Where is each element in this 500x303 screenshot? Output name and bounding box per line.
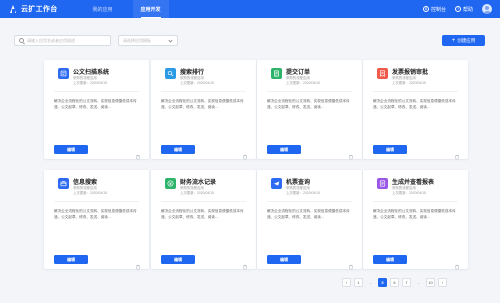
invoice-icon [377, 68, 388, 79]
edit-button[interactable]: 编辑 [267, 255, 301, 264]
top-right-actions: $ 控制台 ? 帮助 [414, 0, 492, 18]
card-divider [267, 91, 352, 92]
trash-icon[interactable] [242, 147, 248, 160]
card-divider [54, 201, 139, 202]
help-link[interactable]: ? 帮助 [454, 6, 473, 13]
help-label: 帮助 [462, 6, 473, 13]
report-icon [377, 178, 388, 189]
main-nav: 我的应用 应用开发 [85, 0, 169, 18]
card-divider [161, 201, 246, 202]
chevron-down-icon [168, 38, 173, 43]
app-description: 解决企业流程化的公文流转、实现信息便捷低成本传递、公文起草、修改、发送、阅读..… [54, 99, 137, 109]
app-description: 解决企业流程化的公文流转、实现信息便捷低成本传递、公文起草、修改、发送、阅读..… [267, 99, 350, 109]
trash-icon[interactable] [348, 147, 354, 160]
search-box[interactable] [14, 35, 111, 46]
prev-page-button[interactable]: ‹ [342, 278, 351, 287]
plane-icon [271, 178, 282, 189]
trash-icon[interactable] [135, 147, 141, 160]
app-description: 解决企业流程化的公文流转、实现信息便捷低成本传递、公文起草、修改、发送、阅读..… [54, 209, 137, 219]
search-icon [165, 68, 176, 79]
trash-icon[interactable] [135, 257, 141, 270]
card-divider [161, 91, 246, 92]
console-label: 控制台 [430, 6, 446, 13]
page-button-7[interactable]: 7 [402, 278, 411, 287]
console-link[interactable]: $ 控制台 [422, 6, 446, 13]
trash-icon[interactable] [454, 147, 460, 160]
app-last-updated: 上次更新：2020/04/15 [392, 81, 426, 85]
card-divider [373, 91, 458, 92]
edit-button[interactable]: 编辑 [161, 255, 195, 264]
search-icon [19, 38, 24, 43]
app-description: 解决企业流程化的公文流转、实现信息便捷低成本传递、公文起草、修改、发送、阅读..… [373, 99, 456, 109]
app-description: 解决企业流程化的公文流转、实现信息便捷低成本传递、公文起草、修改、发送、阅读..… [267, 209, 350, 219]
app-last-updated: 上次更新：2020/04/15 [180, 81, 214, 85]
trash-icon[interactable] [454, 257, 460, 270]
app-last-updated: 上次更新：2020/04/15 [392, 191, 426, 195]
app-last-updated: 上次更新：2020/04/15 [286, 81, 320, 85]
edit-button[interactable]: 编辑 [161, 145, 195, 154]
page-button-1[interactable]: 1 [354, 278, 363, 287]
edit-button[interactable]: 编辑 [373, 255, 407, 264]
app-title: 云扩工作台 [21, 6, 58, 13]
logo-icon [9, 4, 18, 14]
edit-button[interactable]: 编辑 [267, 145, 301, 154]
app-card[interactable]: 提交订单 采购的流程应用 上次更新：2020/04/15 解决企业流程化的公文流转、实… [257, 60, 362, 160]
page-button-10[interactable]: 10 [426, 278, 435, 287]
pagination-ellipsis: ... [368, 280, 373, 285]
page-button-6[interactable]: 6 [390, 278, 399, 287]
nav-my-apps[interactable]: 我的应用 [85, 0, 121, 18]
app-description: 解决企业流程化的公文流转、实现信息便捷低成本传递、公文起草、修改、发送、阅读..… [161, 99, 244, 109]
template-select[interactable]: 请选择应用模板 [118, 35, 178, 46]
yuan-icon [165, 178, 176, 189]
nav-app-development[interactable]: 应用开发 [132, 0, 169, 18]
card-divider [54, 91, 139, 92]
app-logo[interactable]: 云扩工作台 [9, 4, 58, 14]
trash-icon[interactable] [348, 257, 354, 270]
card-divider [373, 201, 458, 202]
edit-button[interactable]: 编辑 [54, 145, 88, 154]
briefcase-icon [58, 178, 69, 189]
app-card[interactable]: 信息搜索 采购的流程应用 上次更新：2020/04/15 解决企业流程化的公文流转、实… [44, 170, 149, 270]
app-card[interactable]: 财务流水记录 采购的流程应用 上次更新：2020/04/15 解决企业流程化的公文流转… [151, 170, 256, 270]
help-icon: ? [454, 6, 461, 12]
edit-button[interactable]: 编辑 [54, 255, 88, 264]
plus-icon: + [451, 37, 456, 44]
trash-icon[interactable] [242, 257, 248, 270]
page-button-5[interactable]: 5 [378, 278, 387, 287]
search-input[interactable] [27, 38, 110, 43]
next-page-button[interactable]: › [438, 278, 447, 287]
edit-button[interactable]: 编辑 [373, 145, 407, 154]
app-card[interactable]: 发票报销审批 采购的流程应用 上次更新：2020/04/15 解决企业流程化的公文流转… [363, 60, 468, 160]
create-app-label: 创建应用 [457, 37, 476, 43]
app-description: 解决企业流程化的公文流转、实现信息便捷低成本传递、公文起草、修改、发送、阅读..… [161, 209, 244, 219]
app-card[interactable]: 生成并查看报表 采购的流程应用 上次更新：2020/04/15 解决企业流程化的公文流… [363, 170, 468, 270]
app-last-updated: 上次更新：2020/04/15 [73, 191, 107, 195]
app-card[interactable]: 公文扫描系统 采购的流程应用 上次更新：2020/04/15 解决企业流程化的公文流转… [44, 60, 149, 160]
app-last-updated: 上次更新：2020/04/15 [73, 81, 107, 85]
top-navigation-bar: 云扩工作台 我的应用 应用开发 $ 控制台 ? 帮助 [0, 0, 500, 18]
dashboard-icon: $ [422, 6, 429, 12]
app-description: 解决企业流程化的公文流转、实现信息便捷低成本传递、公文起草、修改、发送、阅读..… [373, 209, 456, 219]
create-app-button[interactable]: + 创建应用 [442, 35, 485, 46]
pagination-ellipsis: ... [416, 280, 421, 285]
card-divider [267, 201, 352, 202]
app-last-updated: 上次更新：2020/04/15 [286, 191, 320, 195]
user-avatar[interactable] [482, 4, 492, 14]
document-icon [58, 68, 69, 79]
pagination: ‹ 1... 5 6 7... 10 › [342, 278, 450, 287]
app-last-updated: 上次更新：2020/04/15 [180, 191, 214, 195]
template-select-placeholder: 请选择应用模板 [123, 37, 151, 43]
app-card[interactable]: 搜索排行 采购的流程应用 上次更新：2020/04/15 解决企业流程化的公文流转、实… [151, 60, 256, 160]
app-card[interactable]: 机票查询 采购的流程应用 上次更新：2020/04/15 解决企业流程化的公文流转、实… [257, 170, 362, 270]
order-icon [271, 68, 282, 79]
